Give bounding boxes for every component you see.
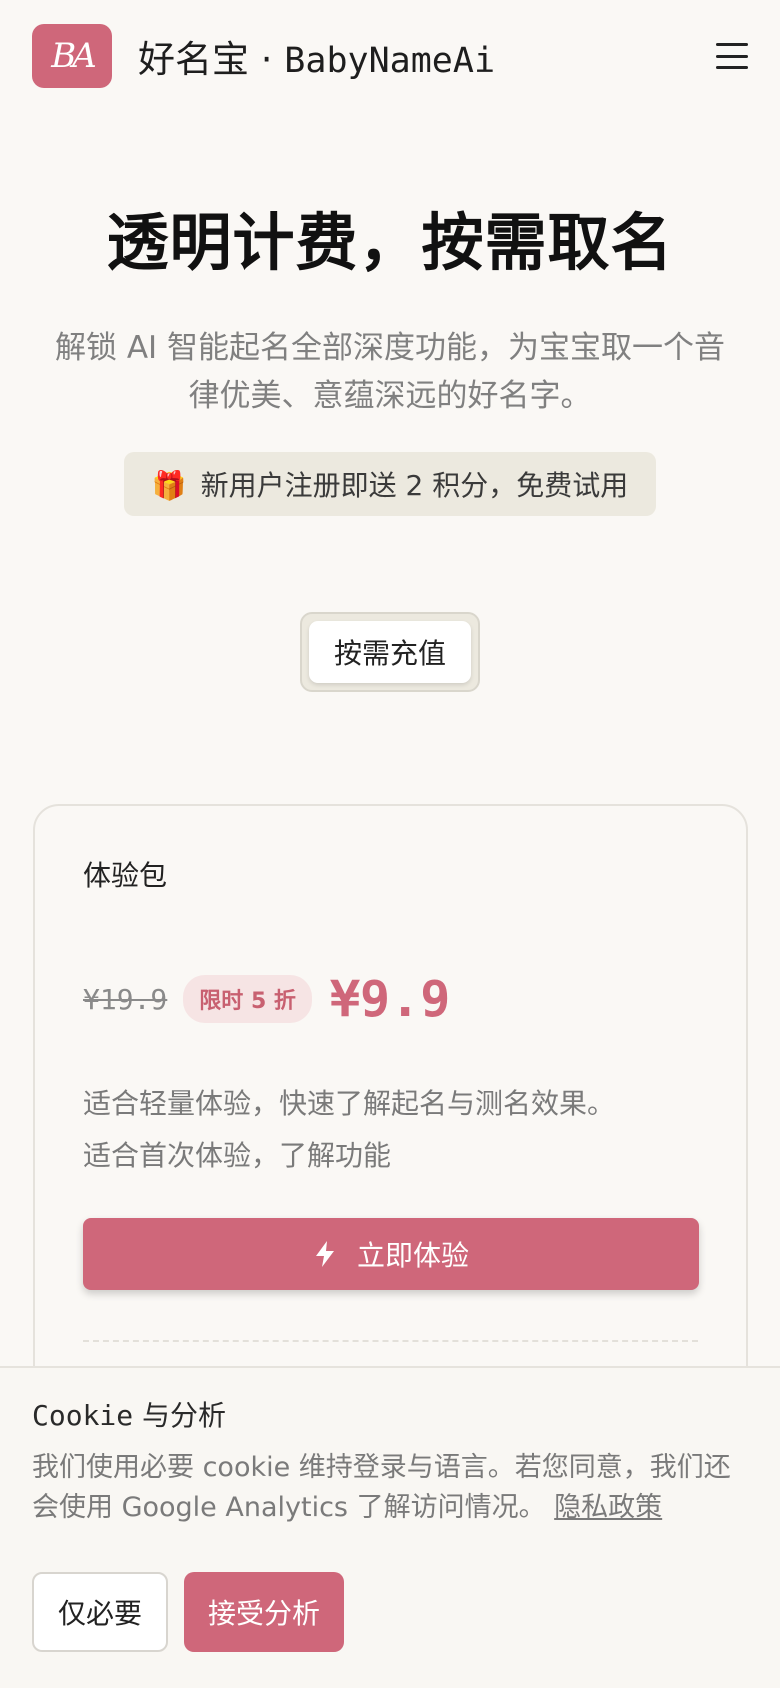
plan-name: 体验包: [83, 859, 168, 892]
page-title: 透明计费，按需取名: [106, 206, 674, 279]
accept-analytics-button[interactable]: 接受分析: [184, 1572, 344, 1652]
brand-name[interactable]: 好名宝 · BabyNameAi: [138, 29, 495, 83]
gift-icon: 🎁: [151, 469, 187, 502]
brand-logo[interactable]: BA: [32, 24, 112, 88]
plan-description-line-2: 适合首次体验，了解功能: [83, 1139, 392, 1172]
new-user-gift-badge: 🎁 新用户注册即送 2 积分，免费试用: [123, 452, 657, 516]
cookie-text: 我们使用必要 cookie 维持登录与语言。若您同意，我们还会使用 Google…: [32, 1448, 748, 1528]
brand-name-en: BabyNameAi: [284, 41, 496, 81]
price-row: ¥19.9 限时 5 折 ¥9.9: [83, 970, 698, 1028]
plan-description: 适合轻量体验，快速了解起名与测名效果。 适合首次体验，了解功能: [83, 1078, 698, 1182]
pricing-card-trial: 体验包 ¥19.9 限时 5 折 ¥9.9 适合轻量体验，快速了解起名与测名效果…: [33, 804, 748, 1444]
cookie-actions: 仅必要 接受分析: [32, 1572, 748, 1652]
logo-text: BA: [51, 36, 97, 76]
lightning-bolt-icon: [315, 1241, 334, 1267]
current-price: ¥9.9: [329, 970, 451, 1028]
hamburger-menu-icon[interactable]: [716, 43, 748, 69]
cookie-title: Cookie 与分析: [32, 1394, 748, 1434]
brand-name-cn: 好名宝: [138, 38, 249, 81]
cookie-title-mono: Cookie: [32, 1399, 134, 1432]
original-price: ¥19.9: [83, 982, 168, 1016]
cookie-title-rest: 与分析: [133, 1399, 227, 1432]
plan-description-line-1: 适合轻量体验，快速了解起名与测名效果。: [83, 1087, 616, 1120]
try-now-button[interactable]: 立即体验: [83, 1218, 699, 1290]
cookie-banner: Cookie 与分析 我们使用必要 cookie 维持登录与语言。若您同意，我们…: [0, 1366, 780, 1688]
recharge-on-demand-tab[interactable]: 按需充值: [309, 621, 471, 683]
brand-separator: ·: [249, 38, 285, 81]
gift-text: 新用户注册即送 2 积分，免费试用: [200, 469, 629, 502]
hero-section: 透明计费，按需取名 解锁 AI 智能起名全部深度功能，为宝宝取一个音律优美、意蕴…: [0, 112, 780, 516]
privacy-policy-link[interactable]: 隐私政策: [554, 1492, 662, 1523]
page-subtitle: 解锁 AI 智能起名全部深度功能，为宝宝取一个音律优美、意蕴深远的好名字。: [54, 330, 726, 414]
try-now-label: 立即体验: [356, 1239, 469, 1272]
app-header: BA 好名宝 · BabyNameAi: [0, 0, 780, 112]
necessary-only-button[interactable]: 仅必要: [32, 1572, 168, 1652]
discount-badge: 限时 5 折: [183, 975, 312, 1023]
recharge-tab-group: 按需充值: [300, 612, 480, 692]
card-divider: [83, 1340, 698, 1342]
